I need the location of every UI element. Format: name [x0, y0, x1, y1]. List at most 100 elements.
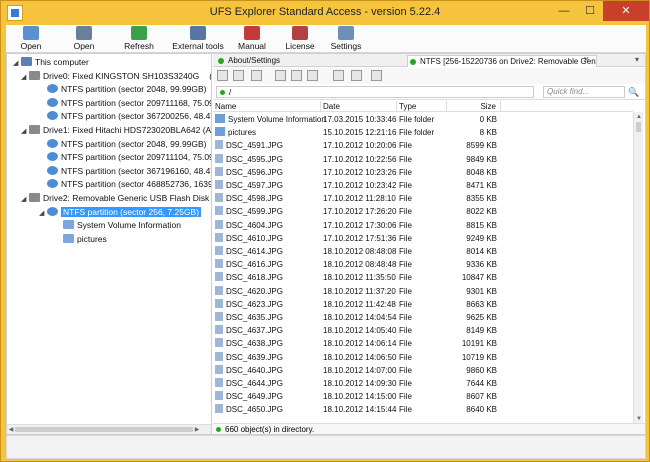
scroll-up-icon[interactable]: ▲: [635, 112, 643, 122]
file-icon: [215, 206, 223, 216]
tree-node-part[interactable]: NTFS partition (sector 367196160, 48.47G…: [39, 165, 211, 177]
tree-node-part[interactable]: NTFS partition (sector 367200256, 48.47G…: [39, 110, 211, 122]
open-storage-button[interactable]: Open storage: [6, 25, 56, 61]
file-name: DSC_4604.JPG: [226, 220, 283, 230]
status-dot-icon: [410, 59, 416, 65]
file-icon: [215, 232, 223, 242]
export-icon[interactable]: [351, 70, 362, 81]
tree-node-folder[interactable]: pictures: [55, 233, 107, 245]
cell-type: File: [399, 141, 412, 151]
table-row[interactable]: pictures 15.10.2015 12:21:16 File folder 8 …: [213, 126, 633, 139]
cell-type: File: [399, 220, 412, 230]
search-icon[interactable]: 🔍: [627, 86, 641, 98]
cell-name: DSC_4637.JPG: [215, 324, 283, 337]
table-row[interactable]: DSC_4638.JPG 18.10.2012 14:06:14 File 10191…: [213, 337, 633, 350]
minimize-button[interactable]: —: [551, 1, 577, 21]
tree-node-disk[interactable]: ◢ Drive0: Fixed KINGSTON SH103S3240G (AT: [21, 70, 211, 84]
tree-horizontal-scrollbar[interactable]: ◀ ▶: [7, 424, 211, 434]
cell-date: 18.10.2012 14:09:30: [323, 379, 397, 388]
table-row[interactable]: DSC_4623.JPG 18.10.2012 11:42:48 File 8663 …: [213, 298, 633, 311]
column-size[interactable]: Size: [447, 101, 501, 112]
expand-toggle-icon[interactable]: ◢: [39, 208, 47, 220]
table-row[interactable]: DSC_4616.JPG 18.10.2012 08:48:48 File 9336 …: [213, 258, 633, 271]
tree-node-part[interactable]: NTFS partition (sector 2048, 99.99GB): [39, 83, 207, 95]
nav-forward-icon[interactable]: [307, 70, 318, 81]
tree-node-part[interactable]: NTFS partition (sector 468852736, 1639.4…: [39, 178, 211, 190]
table-row[interactable]: DSC_4620.JPG 18.10.2012 11:37:20 File 9301 …: [213, 285, 633, 298]
expand-toggle-icon[interactable]: ◢: [13, 58, 21, 70]
cell-size: 8815 KB: [466, 220, 497, 230]
tree-node-label: pictures: [77, 233, 107, 244]
save-icon[interactable]: [217, 70, 228, 81]
table-row[interactable]: DSC_4599.JPG 17.10.2012 17:26:20 File 8022 …: [213, 205, 633, 218]
table-row[interactable]: DSC_4650.JPG 18.10.2012 14:15:44 File 8640 …: [213, 403, 633, 416]
tree-node-label: NTFS partition (sector 367200256, 48.47G…: [61, 111, 211, 122]
cell-size: 8149 KB: [466, 326, 497, 336]
tree-node-part[interactable]: NTFS partition (sector 2048, 99.99GB): [39, 138, 207, 150]
view-icon[interactable]: [233, 70, 244, 81]
tab-ntfs-partition[interactable]: NTFS [256-15220736 on Drive2: Removable …: [407, 55, 597, 67]
table-row[interactable]: DSC_4591.JPG 17.10.2012 10:20:06 File 8599 …: [213, 139, 633, 152]
toolbar-label: License: [285, 41, 315, 51]
settings-button[interactable]: Settings: [326, 25, 366, 53]
table-row[interactable]: DSC_4596.JPG 17.10.2012 10:23:26 File 8048 …: [213, 166, 633, 179]
table-row[interactable]: DSC_4640.JPG 18.10.2012 14:07:00 File 9860 …: [213, 364, 633, 377]
scroll-right-icon[interactable]: ▶: [193, 425, 201, 434]
table-row[interactable]: DSC_4639.JPG 18.10.2012 14:06:50 File 10719…: [213, 351, 633, 364]
table-row[interactable]: DSC_4644.JPG 18.10.2012 14:09:30 File 7644 …: [213, 377, 633, 390]
title-bar[interactable]: UFS Explorer Standard Access - version 5…: [1, 1, 649, 25]
manual-button[interactable]: Manual: [230, 25, 274, 53]
refresh-storages-button[interactable]: Refresh storages: [110, 25, 168, 61]
external-tools-button[interactable]: External tools: [169, 25, 227, 53]
cell-name: DSC_4618.JPG: [215, 271, 283, 284]
expand-toggle-icon[interactable]: ◢: [21, 126, 29, 138]
path-input[interactable]: /: [216, 86, 534, 98]
tree-node-part[interactable]: ◢ NTFS partition (sector 256, 7.25GB): [39, 206, 202, 220]
toolbar-label: External tools: [172, 41, 224, 51]
tree-node-disk[interactable]: ◢ Drive1: Fixed Hitachi HDS723020BLA642 (…: [21, 124, 211, 138]
column-name[interactable]: Name: [213, 101, 321, 112]
nav-back-icon[interactable]: [275, 70, 286, 81]
nav-up-icon[interactable]: [291, 70, 302, 81]
computer-icon: [21, 57, 32, 66]
table-row[interactable]: System Volume Information 17.03.2015 10:3…: [213, 113, 633, 126]
table-row[interactable]: DSC_4604.JPG 17.10.2012 17:30:06 File 8815 …: [213, 219, 633, 232]
expand-toggle-icon[interactable]: ◢: [21, 72, 29, 84]
table-row[interactable]: DSC_4649.JPG 18.10.2012 14:15:00 File 8607 …: [213, 390, 633, 403]
open-device-button[interactable]: Open device: [62, 25, 106, 61]
cell-size: 9849 KB: [466, 154, 497, 164]
tab-menu-icon[interactable]: ▾: [635, 55, 639, 64]
table-row[interactable]: DSC_4598.JPG 17.10.2012 11:28:10 File 8355 …: [213, 192, 633, 205]
table-row[interactable]: DSC_4610.JPG 17.10.2012 17:51:36 File 9249 …: [213, 232, 633, 245]
tree-node-pc[interactable]: ◢ This computer: [13, 56, 89, 68]
close-tab-icon[interactable]: ✕: [583, 55, 590, 64]
tab-about-settings[interactable]: About/Settings: [216, 55, 376, 67]
cell-size: 10847 KB: [461, 273, 497, 283]
tree-node-folder[interactable]: System Volume Information: [55, 219, 181, 231]
license-button[interactable]: License: [280, 25, 320, 53]
tools-icon[interactable]: [333, 70, 344, 81]
sort-icon[interactable]: [251, 70, 262, 81]
table-row[interactable]: DSC_4618.JPG 18.10.2012 11:35:50 File 10847…: [213, 271, 633, 284]
tree-node-part[interactable]: NTFS partition (sector 209711104, 75.09G…: [39, 151, 211, 163]
maximize-button[interactable]: ☐: [577, 1, 603, 21]
quick-find-input[interactable]: Quick find...: [543, 86, 625, 98]
expand-toggle-icon[interactable]: ◢: [21, 194, 29, 206]
partition-icon: [47, 97, 58, 107]
table-row[interactable]: DSC_4614.JPG 18.10.2012 08:48:08 File 8014 …: [213, 245, 633, 258]
table-row[interactable]: DSC_4637.JPG 18.10.2012 14:05:40 File 8149 …: [213, 324, 633, 337]
scroll-left-icon[interactable]: ◀: [7, 425, 15, 434]
table-row[interactable]: DSC_4597.JPG 17.10.2012 10:23:42 File 8471 …: [213, 179, 633, 192]
print-icon[interactable]: [371, 70, 382, 81]
scroll-thumb[interactable]: [636, 122, 641, 132]
table-row[interactable]: DSC_4635.JPG 18.10.2012 14:04:54 File 9625 …: [213, 311, 633, 324]
tree-node-disk[interactable]: ◢ Drive2: Removable Generic USB Flash Dis…: [21, 192, 209, 204]
file-list-vertical-scrollbar[interactable]: ▲ ▼: [633, 112, 643, 424]
close-button[interactable]: ✕: [603, 1, 649, 21]
scroll-thumb[interactable]: [15, 427, 193, 432]
tree-node-part[interactable]: NTFS partition (sector 209711168, 75.09G…: [39, 97, 211, 109]
column-date[interactable]: Date: [321, 101, 397, 112]
column-type[interactable]: Type: [397, 101, 447, 112]
table-row[interactable]: DSC_4595.JPG 17.10.2012 10:22:56 File 9849 …: [213, 153, 633, 166]
path-text: /: [229, 88, 232, 97]
